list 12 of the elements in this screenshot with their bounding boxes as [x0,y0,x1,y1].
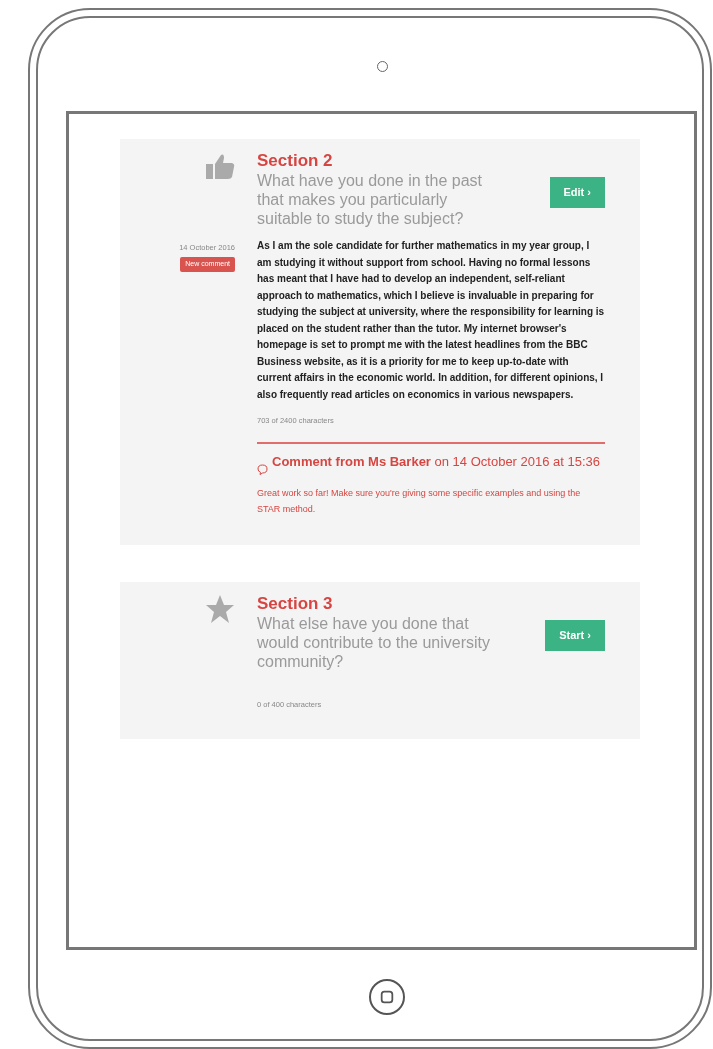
section-question: What have you done in the past that makes you particularly suitable to study the subject? [257,171,484,228]
home-button-icon[interactable] [369,979,405,1015]
star-icon [205,594,235,625]
section-action-button[interactable]: Edit › [549,177,605,208]
section-question: What else have you done that would contribute to the university community? [257,614,491,672]
section-title: Section 3 [257,594,334,615]
section-action-button[interactable]: Start › [545,620,605,651]
answer-text: As I am the sole candidate for further mathematics in my year group, I am studying it without support from school. Having no formal lessons has meant that I have had to develop an independent, self-reliant approach to mathematics, which I believe is invaluable in preparing for studying the subject at university, where the responsibility for learning is placed on the student rather than the tutor. My internet browser's homepage is set to prompt me with the latest headlines from the BBC Business website, as it is a priority for me to keep up-to-date with current affairs in the economic world. In addition, for different opinions, I also frequently read articles on economics in various newspapers. [257,239,605,402]
section-title: Section 2 [257,151,334,171]
comment-heading: Comment from Ms Barker on 14 October 2016 at 15:36 [272,454,601,470]
comment-text: Great work so far! Make sure you're giving some specific examples and using the STAR method. [257,487,582,517]
thumbs-up-icon [205,151,235,181]
